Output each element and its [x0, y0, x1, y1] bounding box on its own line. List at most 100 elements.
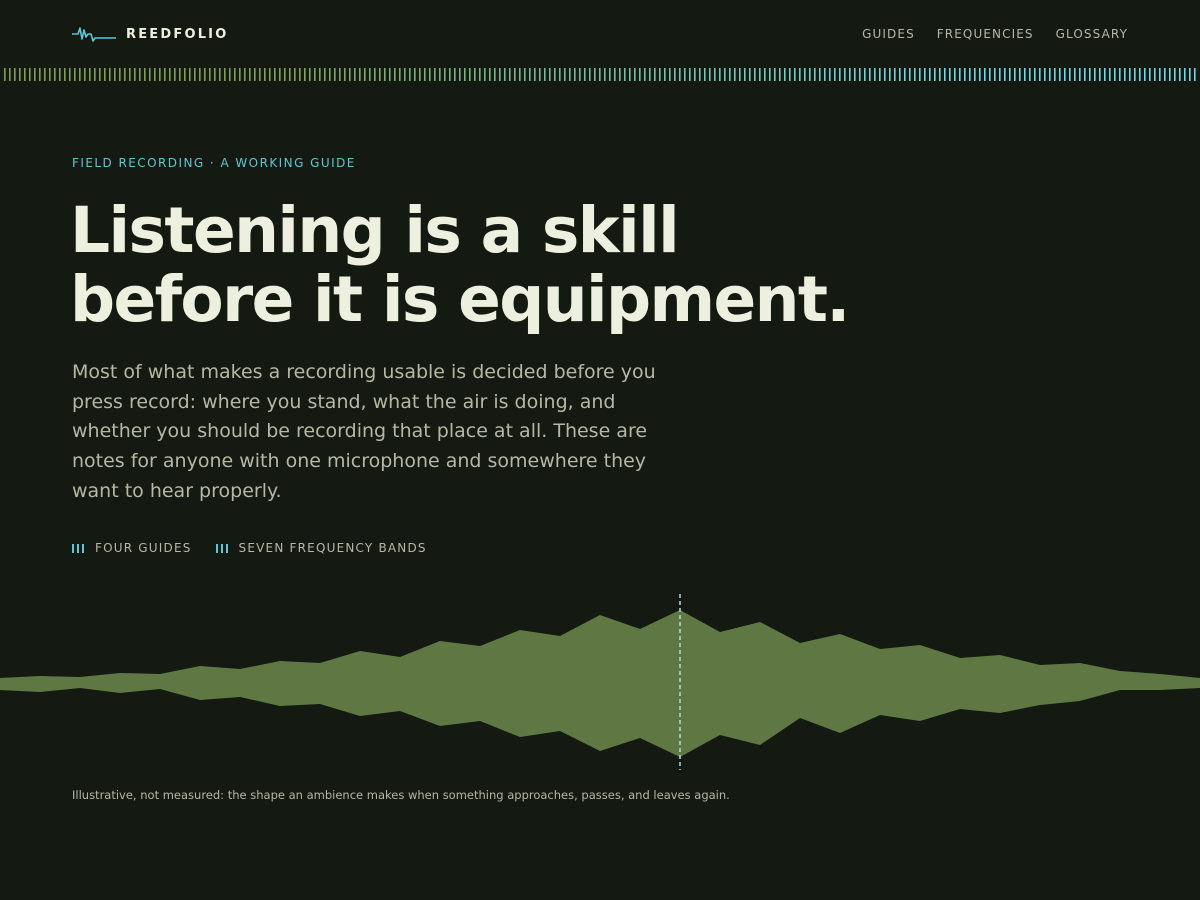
ruler-tick: [289, 68, 291, 81]
ruler-tick: [849, 68, 851, 81]
brand-name: REEDFOLIO: [126, 26, 229, 42]
ruler-tick: [569, 68, 571, 81]
ruler-tick: [1079, 68, 1081, 81]
ruler-tick: [469, 68, 471, 81]
ruler-tick: [589, 68, 591, 81]
ruler-tick: [379, 68, 381, 81]
ruler-tick: [64, 68, 66, 81]
ruler-tick: [1009, 68, 1011, 81]
ruler-tick: [174, 68, 176, 81]
ruler-tick: [344, 68, 346, 81]
ruler-tick: [934, 68, 936, 81]
ruler-tick: [514, 68, 516, 81]
ruler-tick: [194, 68, 196, 81]
ruler-tick: [984, 68, 986, 81]
ruler-tick: [364, 68, 366, 81]
ruler-tick: [649, 68, 651, 81]
ruler-tick: [154, 68, 156, 81]
ruler-tick: [1074, 68, 1076, 81]
ruler-tick: [89, 68, 91, 81]
ruler-tick: [884, 68, 886, 81]
ruler-tick: [264, 68, 266, 81]
ruler-tick: [1049, 68, 1051, 81]
ruler-tick: [44, 68, 46, 81]
ruler-tick: [414, 68, 416, 81]
figure-caption: Illustrative, not measured: the shape an…: [72, 788, 730, 802]
ruler-tick: [859, 68, 861, 81]
ruler-tick: [409, 68, 411, 81]
ruler-tick: [59, 68, 61, 81]
nav-link-frequencies[interactable]: FREQUENCIES: [937, 27, 1034, 41]
tick-ruler: [4, 68, 1196, 81]
brand-link[interactable]: REEDFOLIO: [72, 24, 228, 44]
ruler-tick: [339, 68, 341, 81]
ruler-tick: [1064, 68, 1066, 81]
ruler-tick: [209, 68, 211, 81]
ruler-tick: [459, 68, 461, 81]
ruler-tick: [1029, 68, 1031, 81]
ruler-tick: [929, 68, 931, 81]
ruler-tick: [664, 68, 666, 81]
waveform-envelope: [0, 610, 1200, 757]
ruler-tick: [1059, 68, 1061, 81]
ruler-tick: [319, 68, 321, 81]
ruler-tick: [764, 68, 766, 81]
ruler-tick: [794, 68, 796, 81]
ruler-tick: [784, 68, 786, 81]
ruler-tick: [244, 68, 246, 81]
ruler-tick: [629, 68, 631, 81]
ruler-tick: [474, 68, 476, 81]
ruler-tick: [714, 68, 716, 81]
ruler-tick: [644, 68, 646, 81]
ruler-tick: [534, 68, 536, 81]
ruler-tick: [384, 68, 386, 81]
ruler-tick: [294, 68, 296, 81]
ruler-tick: [954, 68, 956, 81]
ruler-tick: [704, 68, 706, 81]
ruler-tick: [394, 68, 396, 81]
ruler-tick: [599, 68, 601, 81]
ruler-tick: [839, 68, 841, 81]
ruler-tick: [769, 68, 771, 81]
ruler-tick: [229, 68, 231, 81]
ruler-tick: [234, 68, 236, 81]
ruler-tick: [259, 68, 261, 81]
ruler-tick: [729, 68, 731, 81]
ruler-tick: [1114, 68, 1116, 81]
ruler-tick: [719, 68, 721, 81]
ruler-tick: [699, 68, 701, 81]
ruler-tick: [829, 68, 831, 81]
ruler-tick: [1184, 68, 1186, 81]
ruler-tick: [239, 68, 241, 81]
ruler-tick: [254, 68, 256, 81]
ruler-tick: [419, 68, 421, 81]
ruler-tick: [874, 68, 876, 81]
ruler-tick: [539, 68, 541, 81]
ruler-tick: [1014, 68, 1016, 81]
nav-link-glossary[interactable]: GLOSSARY: [1056, 27, 1128, 41]
ruler-tick: [84, 68, 86, 81]
ruler-tick: [69, 68, 71, 81]
ruler-tick: [479, 68, 481, 81]
ruler-tick: [1134, 68, 1136, 81]
ruler-tick: [124, 68, 126, 81]
ruler-tick: [24, 68, 26, 81]
ruler-tick: [834, 68, 836, 81]
ruler-tick: [1109, 68, 1111, 81]
ruler-tick: [464, 68, 466, 81]
ruler-tick: [39, 68, 41, 81]
ruler-tick: [674, 68, 676, 81]
nav-link-guides[interactable]: GUIDES: [862, 27, 915, 41]
ruler-tick: [189, 68, 191, 81]
ruler-tick: [164, 68, 166, 81]
ruler-tick: [869, 68, 871, 81]
ruler-tick: [889, 68, 891, 81]
ruler-tick: [774, 68, 776, 81]
ruler-tick: [34, 68, 36, 81]
ruler-tick: [1194, 68, 1196, 81]
ruler-tick: [1174, 68, 1176, 81]
ruler-tick: [74, 68, 76, 81]
ruler-tick: [824, 68, 826, 81]
ruler-tick: [144, 68, 146, 81]
ruler-tick: [99, 68, 101, 81]
